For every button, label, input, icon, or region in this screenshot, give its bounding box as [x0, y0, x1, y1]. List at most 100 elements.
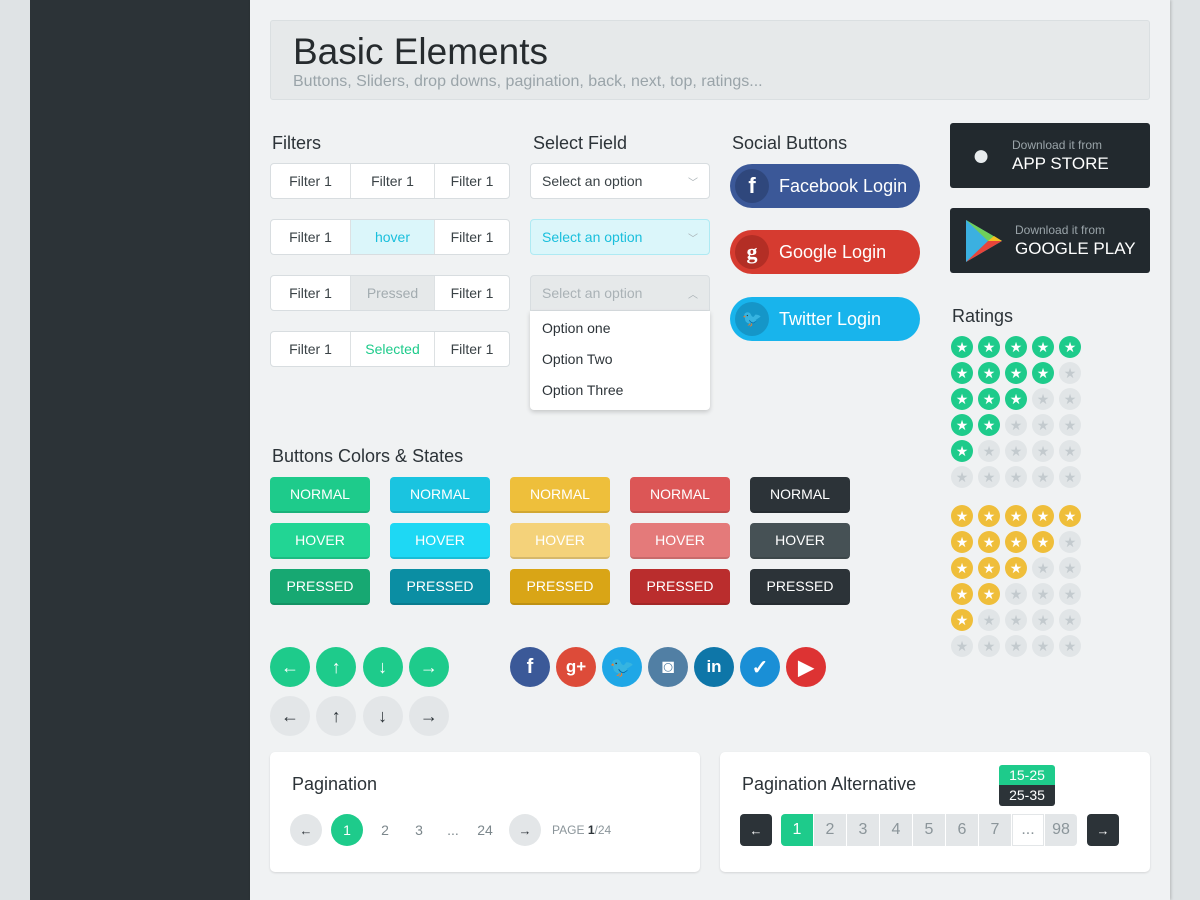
star-filled-icon[interactable]: ★ [1005, 362, 1027, 384]
star-empty-icon[interactable]: ★ [1032, 557, 1054, 579]
star-empty-icon[interactable]: ★ [1005, 583, 1027, 605]
star-filled-icon[interactable]: ★ [978, 414, 1000, 436]
filter-button[interactable]: Filter 1 [271, 164, 350, 198]
filter-button[interactable]: hover [350, 220, 434, 254]
prev-page-button[interactable]: ← [290, 814, 322, 846]
star-filled-icon[interactable]: ★ [951, 388, 973, 410]
star-empty-icon[interactable]: ★ [978, 440, 1000, 462]
next-page-alt-button[interactable]: → [1087, 814, 1119, 846]
page-link[interactable]: 4 [880, 814, 912, 846]
star-empty-icon[interactable]: ★ [1059, 583, 1081, 605]
star-filled-icon[interactable]: ★ [951, 362, 973, 384]
star-filled-icon[interactable]: ★ [951, 583, 973, 605]
color-button[interactable]: PRESSED [630, 569, 730, 605]
star-empty-icon[interactable]: ★ [1005, 440, 1027, 462]
star-filled-icon[interactable]: ★ [978, 583, 1000, 605]
star-empty-icon[interactable]: ★ [1005, 609, 1027, 631]
filter-button[interactable]: Selected [350, 332, 434, 366]
select-option[interactable]: Option Two [530, 344, 710, 375]
facebook-login-button[interactable]: f Facebook Login [730, 164, 920, 208]
star-empty-icon[interactable]: ★ [951, 635, 973, 657]
select-normal[interactable]: Select an option ﹀ [530, 163, 710, 199]
star-filled-icon[interactable]: ★ [1005, 531, 1027, 553]
color-button[interactable]: HOVER [750, 523, 850, 559]
tooltip-range[interactable]: 15-25 [999, 765, 1055, 785]
star-empty-icon[interactable]: ★ [1005, 635, 1027, 657]
star-empty-icon[interactable]: ★ [1032, 388, 1054, 410]
star-empty-icon[interactable]: ★ [1059, 609, 1081, 631]
page-link[interactable]: ... [1012, 814, 1044, 846]
arrow-left-icon[interactable]: ← [270, 647, 310, 687]
star-filled-icon[interactable]: ★ [978, 557, 1000, 579]
star-filled-icon[interactable]: ★ [951, 531, 973, 553]
star-filled-icon[interactable]: ★ [951, 440, 973, 462]
star-filled-icon[interactable]: ★ [1005, 388, 1027, 410]
page-link[interactable]: 7 [979, 814, 1011, 846]
next-page-button[interactable]: → [509, 814, 541, 846]
color-button[interactable]: HOVER [390, 523, 490, 559]
page-link[interactable]: 6 [946, 814, 978, 846]
filter-button[interactable]: Filter 1 [434, 276, 509, 310]
star-empty-icon[interactable]: ★ [951, 466, 973, 488]
filter-button[interactable]: Filter 1 [271, 220, 350, 254]
star-empty-icon[interactable]: ★ [1059, 557, 1081, 579]
twitter-login-button[interactable]: 🐦 Twitter Login [730, 297, 920, 341]
page-link[interactable]: 2 [367, 814, 403, 846]
filter-button[interactable]: Pressed [350, 276, 434, 310]
star-filled-icon[interactable]: ★ [1059, 336, 1081, 358]
page-link[interactable]: 1 [331, 814, 363, 846]
filter-button[interactable]: Filter 1 [434, 332, 509, 366]
color-button[interactable]: NORMAL [270, 477, 370, 513]
star-empty-icon[interactable]: ★ [978, 609, 1000, 631]
star-filled-icon[interactable]: ★ [1059, 505, 1081, 527]
star-empty-icon[interactable]: ★ [1032, 440, 1054, 462]
color-button[interactable]: NORMAL [510, 477, 610, 513]
star-filled-icon[interactable]: ★ [978, 336, 1000, 358]
select-option[interactable]: Option Three [530, 375, 710, 406]
forrst-icon[interactable]: ✓ [740, 647, 780, 687]
star-empty-icon[interactable]: ★ [1059, 414, 1081, 436]
star-empty-icon[interactable]: ★ [1032, 583, 1054, 605]
star-filled-icon[interactable]: ★ [951, 414, 973, 436]
arrow-down-icon[interactable]: ↓ [362, 647, 403, 687]
star-filled-icon[interactable]: ★ [1005, 557, 1027, 579]
arrow-left-icon[interactable]: ← [270, 696, 310, 736]
facebook-icon[interactable]: f [510, 647, 550, 687]
color-button[interactable]: HOVER [270, 523, 370, 559]
filter-button[interactable]: Filter 1 [434, 164, 509, 198]
star-filled-icon[interactable]: ★ [1032, 531, 1054, 553]
color-button[interactable]: PRESSED [390, 569, 490, 605]
star-filled-icon[interactable]: ★ [978, 505, 1000, 527]
select-hover[interactable]: Select an option ﹀ [530, 219, 710, 255]
twitter-icon[interactable]: 🐦 [602, 647, 642, 687]
linkedin-icon[interactable]: in [694, 647, 734, 687]
color-button[interactable]: HOVER [510, 523, 610, 559]
color-button[interactable]: NORMAL [390, 477, 490, 513]
star-filled-icon[interactable]: ★ [978, 362, 1000, 384]
page-link[interactable]: 24 [467, 814, 503, 846]
page-link[interactable]: 3 [847, 814, 879, 846]
filter-button[interactable]: Filter 1 [350, 164, 434, 198]
star-filled-icon[interactable]: ★ [978, 531, 1000, 553]
page-link[interactable]: ... [435, 814, 471, 846]
instagram-icon[interactable]: ◙ [648, 647, 688, 687]
color-button[interactable]: NORMAL [750, 477, 850, 513]
star-filled-icon[interactable]: ★ [951, 557, 973, 579]
google-play-button[interactable]: Download it from GOOGLE PLAY [950, 208, 1150, 273]
star-empty-icon[interactable]: ★ [1059, 466, 1081, 488]
prev-page-alt-button[interactable]: ← [740, 814, 772, 846]
star-empty-icon[interactable]: ★ [1059, 362, 1081, 384]
star-empty-icon[interactable]: ★ [978, 635, 1000, 657]
star-filled-icon[interactable]: ★ [978, 388, 1000, 410]
star-empty-icon[interactable]: ★ [1032, 466, 1054, 488]
arrow-right-icon[interactable]: → [408, 647, 449, 687]
star-filled-icon[interactable]: ★ [951, 336, 973, 358]
star-empty-icon[interactable]: ★ [1032, 609, 1054, 631]
youtube-icon[interactable]: ▶ [786, 647, 826, 687]
star-filled-icon[interactable]: ★ [1032, 336, 1054, 358]
color-button[interactable]: NORMAL [630, 477, 730, 513]
google-plus-icon[interactable]: g+ [556, 647, 596, 687]
select-option[interactable]: Option one [530, 313, 710, 344]
color-button[interactable]: PRESSED [510, 569, 610, 605]
page-link[interactable]: 1 [781, 814, 813, 846]
